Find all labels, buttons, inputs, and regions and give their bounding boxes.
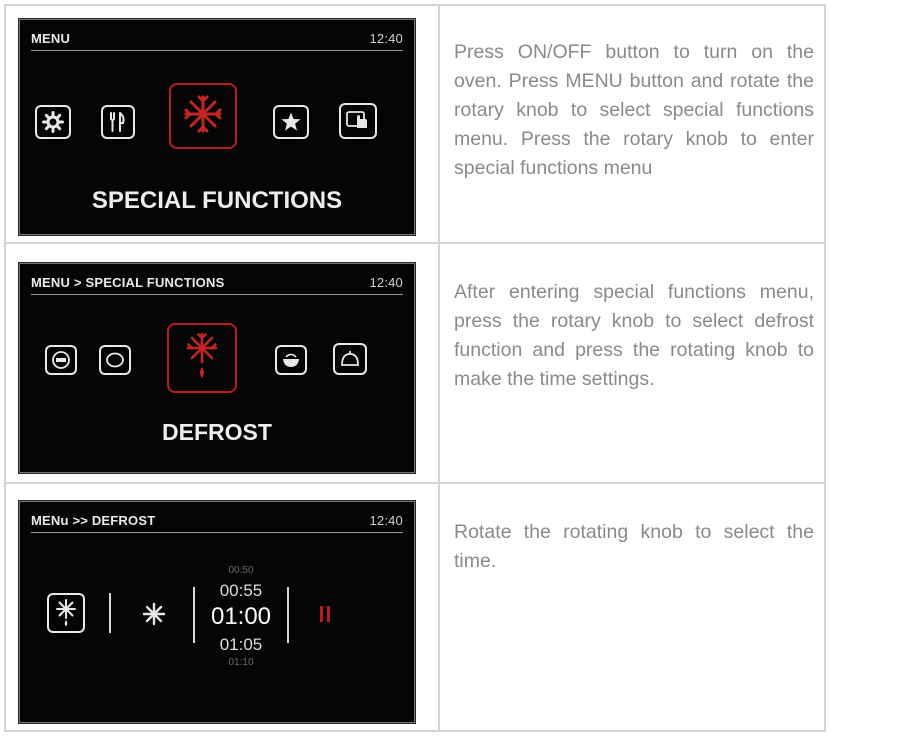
display-clock: 12:40	[369, 275, 403, 290]
display-clock: 12:40	[369, 31, 403, 46]
row-divider	[6, 242, 824, 244]
time-option-selected: 01:00	[210, 603, 272, 630]
star-icon	[273, 105, 309, 139]
bread-icon	[99, 345, 131, 375]
pause-icon	[319, 605, 331, 628]
snowflake-drop-icon	[181, 331, 223, 386]
display-header-rule	[31, 532, 403, 533]
step-description: Rotate the rotating knob to select the t…	[454, 521, 814, 572]
display-header: MENU > SPECIAL FUNCTIONS 12:40	[31, 275, 403, 290]
oven-display-special-functions: MENU 12:40 SPECIAL FUNCTIONS	[18, 18, 416, 236]
display-header: MENU 12:40	[31, 31, 403, 46]
gear-icon	[35, 105, 71, 139]
display-mode-label: DEFROST	[162, 419, 272, 445]
hand-touch-icon	[339, 103, 377, 139]
time-option: 00:55	[219, 581, 263, 600]
time-option: 01:10	[228, 657, 254, 668]
display-divider	[287, 587, 289, 643]
dome-icon	[333, 343, 367, 375]
time-picker: 00:50 00:55 01:00 01:05 01:10	[199, 565, 283, 705]
timer-icon	[45, 345, 77, 375]
selected-tile-defrost	[167, 323, 237, 393]
bowl-icon	[275, 345, 307, 375]
selected-tile-snowflake	[169, 83, 237, 149]
time-option: 01:05	[219, 635, 263, 654]
display-breadcrumb: MENU > SPECIAL FUNCTIONS	[31, 275, 225, 290]
step-description: After entering special functions menu, p…	[454, 281, 814, 390]
display-divider	[193, 587, 195, 643]
step-description: Press ON/OFF button to turn on the oven.…	[454, 41, 814, 179]
display-clock: 12:40	[369, 513, 403, 528]
display-header-rule	[31, 50, 403, 51]
snowflake-drop-icon	[47, 593, 85, 633]
oven-display-defrost: MENU > SPECIAL FUNCTIONS 12:40 DEFROST	[18, 262, 416, 474]
display-divider	[109, 593, 111, 633]
display-breadcrumb: MENU	[31, 31, 71, 46]
time-option: 00:50	[228, 565, 254, 576]
snowflake-icon	[182, 93, 224, 140]
display-header: MENu >> DEFROST 12:40	[31, 513, 403, 528]
cutlery-icon	[101, 105, 135, 139]
display-mode-label: SPECIAL FUNCTIONS	[91, 187, 343, 214]
oven-display-defrost-time: MENu >> DEFROST 12:40 00:50 00:55 01:00 …	[18, 500, 416, 724]
display-header-rule	[31, 294, 403, 295]
row-divider	[6, 482, 824, 484]
display-breadcrumb: MENu >> DEFROST	[31, 513, 156, 528]
column-divider	[438, 6, 440, 730]
fan-star-icon	[141, 601, 167, 632]
